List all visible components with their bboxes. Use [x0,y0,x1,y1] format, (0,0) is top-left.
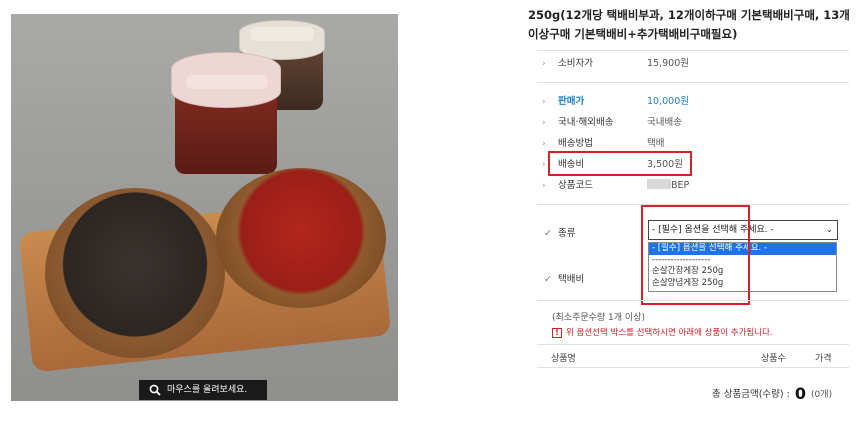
divider [537,300,849,301]
product-image[interactable]: 마우스를 올려보세요. [11,14,398,401]
chevron-down-icon: ⌄ [825,225,833,235]
option-warning: ! 위 옵션선택 박스를 선택하시면 아래에 상품이 추가됩니다. [552,326,773,338]
spec-value: 10,000원 [647,96,689,107]
spec-value: 15,900원 [647,58,689,69]
option-shipping-label: ✓ 택배비 [544,274,585,285]
spec-value: 택배 [647,138,665,149]
spec-label: 판매가 [558,96,585,107]
divider [537,82,849,83]
bullet-icon: › [542,118,546,128]
divider [537,50,849,51]
jar-label [186,75,268,89]
total-unit: (0개) [811,390,833,400]
spicy-crab-jar [171,52,281,174]
min-qty-note: (최소주문수량 1개 이상) [552,313,645,323]
product-code-text: BEP [671,180,690,191]
option-kind-label: ✓ 종류 [544,228,576,239]
check-icon: ✓ [544,274,552,285]
total-amount: 0 [794,384,807,403]
warning-icon: ! [552,328,562,338]
col-qty: 상품수 [761,354,786,364]
spec-value: BEP [647,179,689,193]
spec-value: 국내배송 [647,117,682,128]
highlight-box-shipping-fee [548,151,692,176]
spec-label: 상품코드 [558,180,593,191]
product-title: 250g(12개당 택배비부과, 12개이하구매 기본택배비구매, 13개이상구… [528,8,850,41]
soy-crab-bowl [45,188,225,358]
total-price: 총 상품금액(수량) : 0 (0개) [712,384,832,403]
col-product-name: 상품명 [551,354,576,364]
order-table-header: 상품명 상품수 가격 [537,344,849,368]
search-icon [149,384,161,396]
bullet-icon: › [542,59,546,69]
highlight-box-options [641,205,750,305]
spec-label: 배송방법 [558,138,593,149]
zoom-hint: 마우스를 올려보세요. [139,380,267,400]
spec-label: 소비자가 [558,58,593,69]
bullet-icon: › [542,160,546,170]
check-icon: ✓ [544,228,552,239]
spec-label: 국내·해외배송 [558,117,614,128]
total-label: 총 상품금액(수량) : [712,389,790,400]
bullet-icon: › [542,181,546,191]
zoom-hint-text: 마우스를 올려보세요. [167,385,248,395]
col-price: 가격 [815,354,832,364]
blurred-code [647,179,671,189]
bullet-icon: › [542,139,546,149]
bullet-icon: › [542,97,546,107]
jar-label [250,27,314,41]
spicy-crab-bowl [216,168,386,308]
